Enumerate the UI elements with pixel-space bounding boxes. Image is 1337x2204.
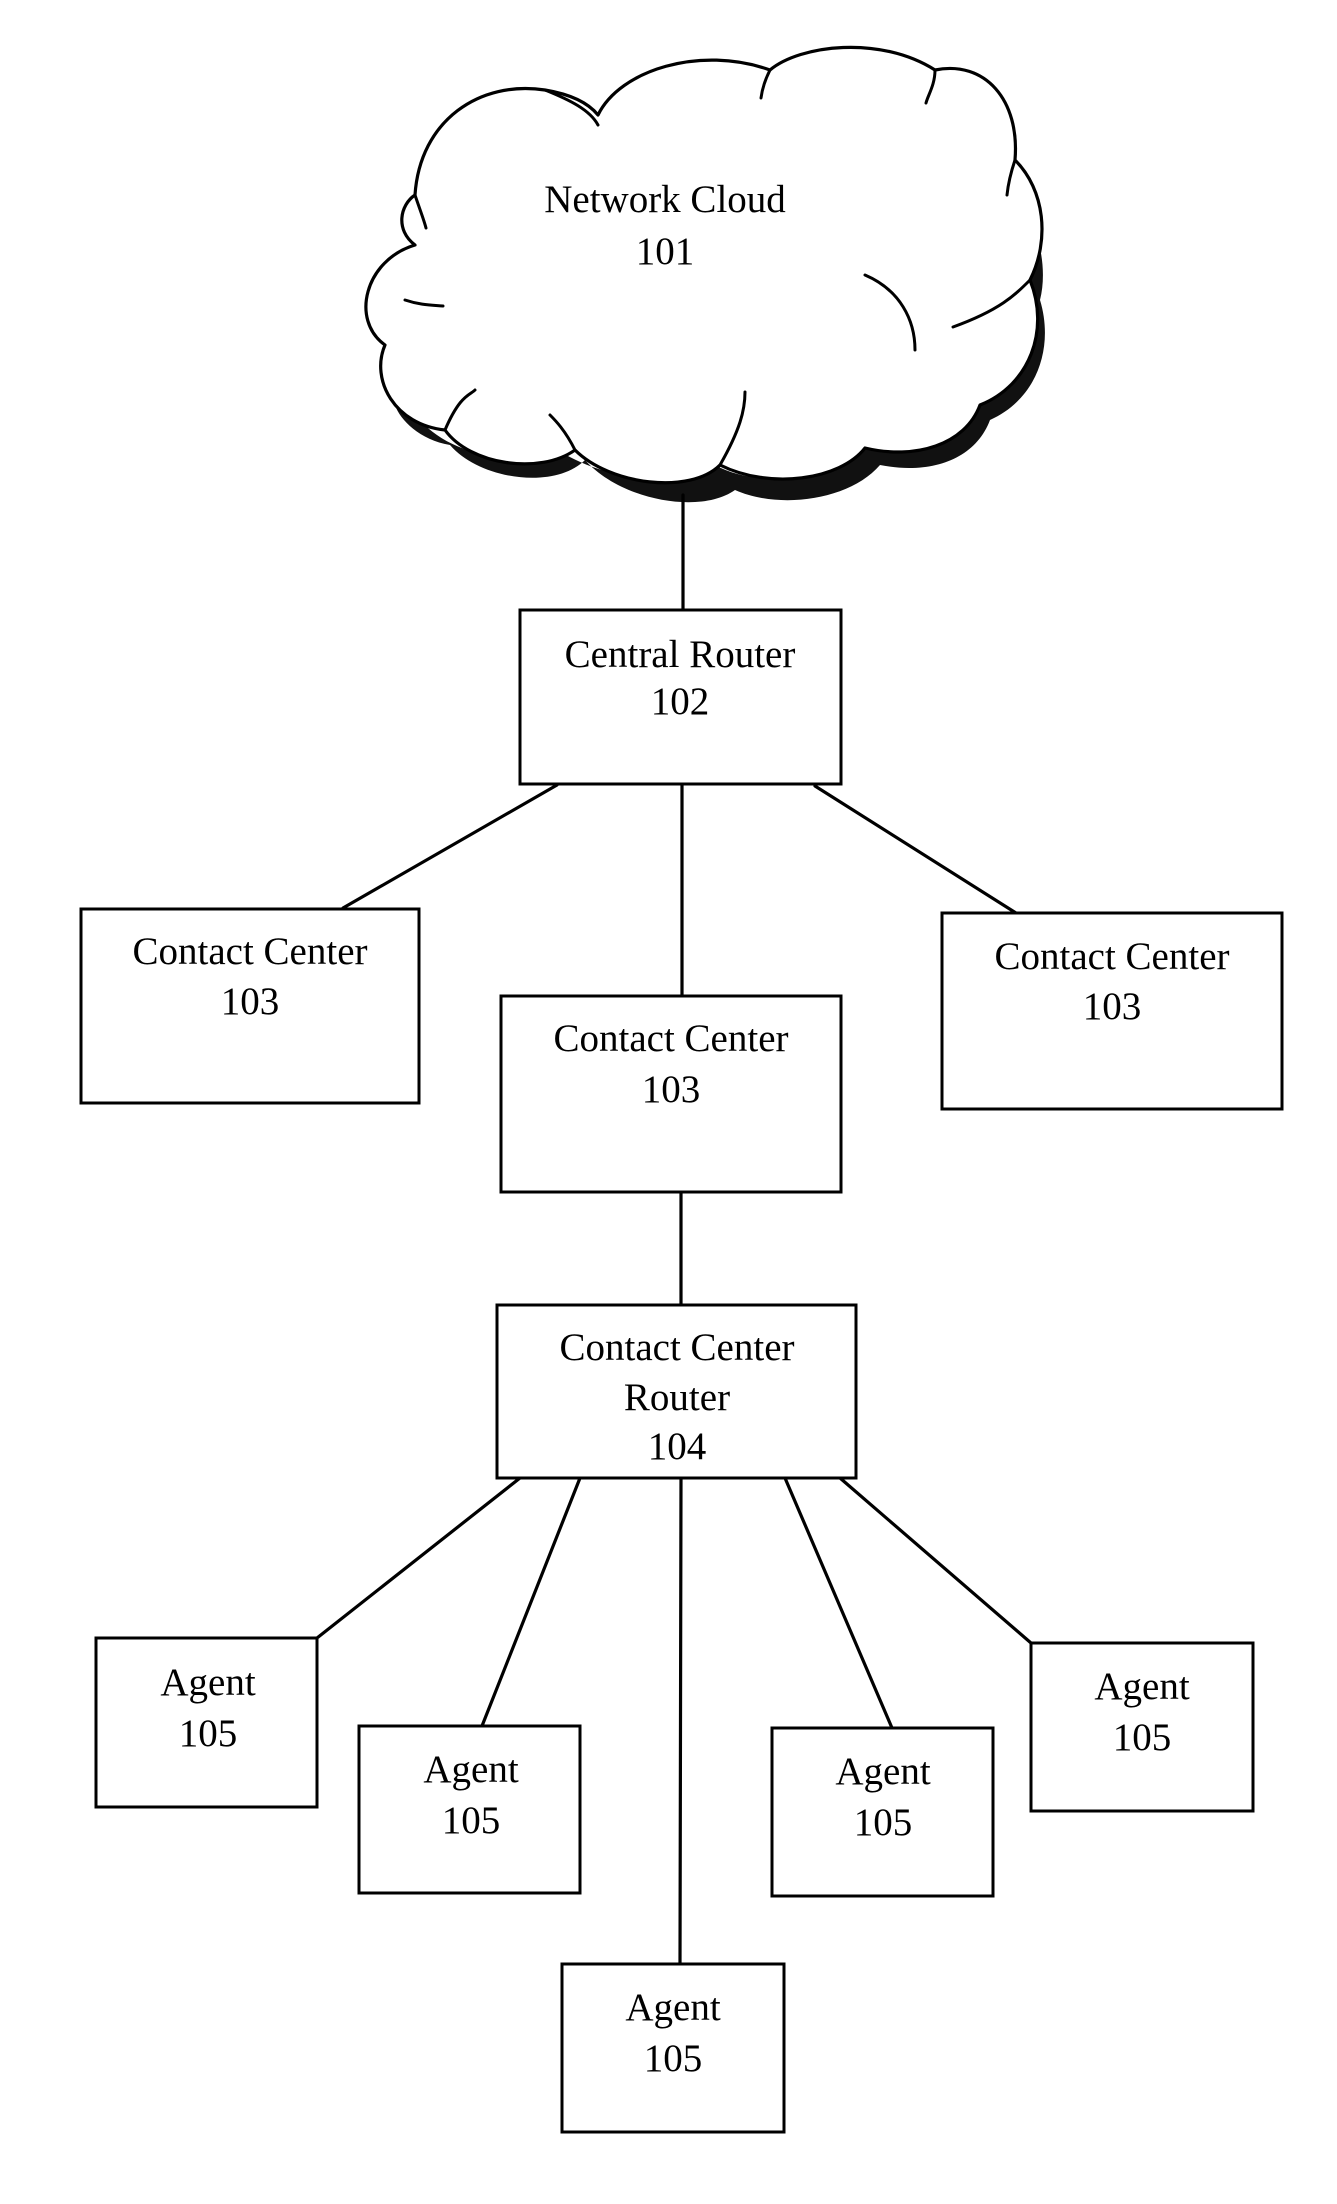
edge-cc-router-to-agent-5: [838, 1476, 1033, 1645]
cloud-shape: [364, 45, 1044, 485]
contact-center-router-label-line2: Router: [624, 1376, 730, 1419]
network-diagram: Network Cloud 101 Central Router 102 Con…: [79, 45, 1284, 2134]
edge-cc-router-to-agent-4: [783, 1476, 894, 1730]
contact-center-router-label-line1: Contact Center: [559, 1326, 794, 1369]
agent-label: Agent: [625, 1986, 720, 2029]
contact-center-router-node: Contact Center Router 104: [495, 1303, 858, 1480]
contact-center-left-number: 103: [221, 980, 280, 1023]
agent-number: 105: [442, 1799, 501, 1842]
agent-node-5: Agent 105: [1029, 1641, 1255, 1813]
agent-number: 105: [854, 1801, 913, 1844]
edge-central-router-to-cc-left: [341, 783, 559, 910]
agent-node-4: Agent 105: [770, 1726, 995, 1898]
central-router-node: Central Router 102: [518, 608, 843, 786]
agent-number: 105: [644, 2037, 703, 2080]
network-cloud-node: Network Cloud 101: [364, 45, 1045, 503]
agent-label: Agent: [160, 1661, 255, 1704]
contact-center-right-number: 103: [1083, 985, 1142, 1028]
contact-center-left-node: Contact Center 103: [79, 907, 421, 1105]
agent-label: Agent: [835, 1750, 930, 1793]
network-cloud-label: Network Cloud: [544, 178, 786, 221]
network-cloud-number: 101: [636, 230, 695, 273]
agent-number: 105: [179, 1712, 238, 1755]
edge-cc-router-to-agent-2: [480, 1476, 582, 1728]
contact-center-middle-number: 103: [642, 1068, 701, 1111]
contact-center-router-number: 104: [648, 1425, 707, 1468]
agent-label: Agent: [1094, 1665, 1189, 1708]
edge-central-router-to-cc-right: [813, 784, 1018, 915]
edge-cc-router-to-agent-3: [678, 1476, 683, 1966]
contact-center-right-node: Contact Center 103: [940, 911, 1284, 1111]
agent-node-3: Agent 105: [560, 1962, 786, 2134]
agent-number: 105: [1113, 1716, 1172, 1759]
edge-cc-router-to-agent-1: [315, 1476, 522, 1640]
contact-center-middle-label: Contact Center: [553, 1017, 788, 1060]
contact-center-middle-node: Contact Center 103: [499, 994, 843, 1194]
agent-node-2: Agent 105: [357, 1724, 582, 1895]
contact-center-left-label: Contact Center: [132, 930, 367, 973]
central-router-label: Central Router: [565, 633, 796, 676]
central-router-number: 102: [651, 680, 710, 723]
agent-label: Agent: [423, 1748, 518, 1791]
agent-node-1: Agent 105: [94, 1636, 319, 1809]
contact-center-right-label: Contact Center: [994, 935, 1229, 978]
